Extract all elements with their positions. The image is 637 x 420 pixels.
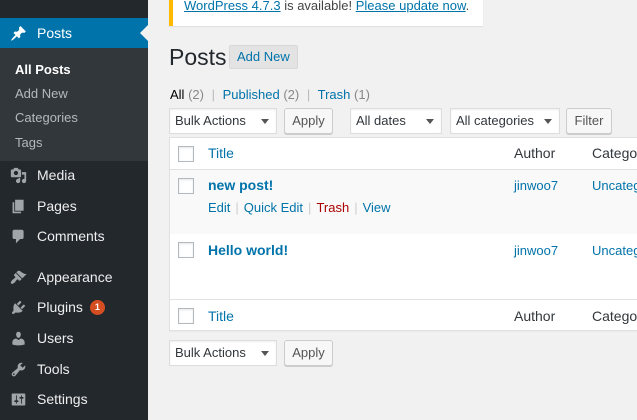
- update-notice: WordPress 4.7.3 is available! Please upd…: [169, 0, 483, 26]
- view-link[interactable]: View: [363, 200, 391, 215]
- column-author-header: Author: [514, 145, 556, 161]
- post-category-link[interactable]: Uncateg: [592, 243, 637, 258]
- bulk-actions-select[interactable]: Bulk Actions: [169, 108, 277, 134]
- wordpress-version-link[interactable]: WordPress 4.7.3: [184, 0, 281, 13]
- edit-link[interactable]: Edit: [208, 200, 230, 215]
- trash-link[interactable]: Trash: [316, 200, 349, 215]
- filter-separator: |: [306, 87, 311, 102]
- comments-icon: [0, 228, 37, 245]
- post-title-link[interactable]: Hello world!: [208, 242, 288, 258]
- pages-icon: [0, 198, 37, 215]
- admin-sidebar: Posts All Posts Add New Categories Tags …: [0, 0, 148, 420]
- filter-separator: |: [211, 87, 215, 102]
- post-category-link[interactable]: Uncateg: [592, 178, 637, 193]
- apply-button[interactable]: Apply: [284, 108, 333, 134]
- settings-icon: [0, 391, 37, 408]
- action-separator: |: [354, 200, 358, 215]
- filter-button[interactable]: Filter: [566, 108, 612, 134]
- update-count-badge: 1: [89, 299, 105, 315]
- pin-icon: [0, 25, 37, 42]
- sidebar-item-settings[interactable]: Settings: [0, 384, 148, 414]
- tools-icon: [0, 361, 37, 378]
- status-filter-links: All (2) | Published (2) | Trash (1): [170, 87, 370, 102]
- users-icon: [0, 330, 37, 347]
- filter-published-link[interactable]: Published: [223, 87, 280, 102]
- sidebar-item-label: Comments: [37, 228, 105, 244]
- dates-filter-select[interactable]: All dates: [350, 108, 442, 134]
- sidebar-item-pages[interactable]: Pages: [0, 191, 148, 221]
- sidebar-item-label: Appearance: [37, 269, 113, 285]
- post-author-link[interactable]: jinwoo7: [514, 178, 558, 193]
- update-now-link[interactable]: Please update now: [356, 0, 466, 13]
- page-title: Posts: [169, 44, 227, 70]
- row-actions: Edit | Quick Edit | Trash | View: [208, 200, 391, 215]
- categories-filter-select[interactable]: All categories: [450, 108, 560, 134]
- bulk-actions-select-bottom[interactable]: Bulk Actions: [169, 340, 277, 366]
- submenu-all-posts[interactable]: All Posts: [15, 62, 71, 77]
- filter-published-count: (2): [283, 87, 300, 102]
- notice-period: .: [465, 0, 470, 13]
- column-categories-header: Categor: [592, 145, 637, 161]
- sidebar-item-comments[interactable]: Comments: [0, 221, 148, 251]
- submenu-categories[interactable]: Categories: [15, 110, 78, 125]
- post-author-link[interactable]: jinwoo7: [514, 243, 558, 258]
- quick-edit-link[interactable]: Quick Edit: [244, 200, 303, 215]
- footer-divider: [170, 299, 637, 300]
- posts-submenu: All Posts Add New Categories Tags: [0, 48, 148, 161]
- sidebar-item-label: Tools: [37, 361, 70, 377]
- column-title-footer[interactable]: Title: [208, 308, 234, 324]
- row-checkbox[interactable]: [178, 178, 194, 194]
- posts-table: Title Author Categor new post! jinwoo7 U…: [169, 137, 637, 331]
- sidebar-item-label: Pages: [37, 198, 77, 214]
- sidebar-item-plugins[interactable]: Plugins 1: [0, 292, 148, 322]
- column-title-header[interactable]: Title: [208, 145, 234, 161]
- submenu-tags[interactable]: Tags: [15, 135, 42, 150]
- filter-trash-link[interactable]: Trash: [318, 87, 351, 102]
- table-row: new post! jinwoo7 Uncateg Edit | Quick Edi…: [170, 170, 637, 234]
- sidebar-item-label: Media: [37, 167, 76, 183]
- filter-trash-count: (1): [354, 87, 370, 102]
- action-separator: |: [308, 200, 312, 215]
- sidebar-item-posts[interactable]: Posts: [0, 18, 148, 48]
- add-new-button[interactable]: Add New: [229, 45, 298, 69]
- submenu-add-new[interactable]: Add New: [15, 86, 68, 101]
- notice-text: is available!: [280, 0, 356, 13]
- sidebar-item-label: Posts: [37, 25, 73, 41]
- apply-button-bottom[interactable]: Apply: [284, 340, 333, 366]
- sidebar-item-label: Plugins: [37, 299, 83, 315]
- filter-all-link[interactable]: All: [170, 87, 184, 102]
- media-icon: [0, 167, 37, 184]
- appearance-icon: [0, 269, 37, 286]
- sidebar-item-users[interactable]: Users: [0, 323, 148, 353]
- action-separator: |: [235, 200, 239, 215]
- column-categories-footer: Categor: [592, 308, 637, 324]
- select-all-checkbox[interactable]: [178, 146, 194, 162]
- sidebar-item-media[interactable]: Media: [0, 160, 148, 190]
- sidebar-item-appearance[interactable]: Appearance: [0, 262, 148, 292]
- plugins-icon: [0, 299, 37, 316]
- post-title-link[interactable]: new post!: [208, 177, 273, 193]
- select-all-checkbox-footer[interactable]: [178, 308, 194, 324]
- sidebar-item-label: Users: [37, 330, 74, 346]
- column-author-footer: Author: [514, 308, 556, 324]
- row-checkbox[interactable]: [178, 242, 194, 258]
- sidebar-item-tools[interactable]: Tools: [0, 354, 148, 384]
- filter-all-count: (2): [188, 87, 204, 102]
- sidebar-item-label: Settings: [37, 391, 88, 407]
